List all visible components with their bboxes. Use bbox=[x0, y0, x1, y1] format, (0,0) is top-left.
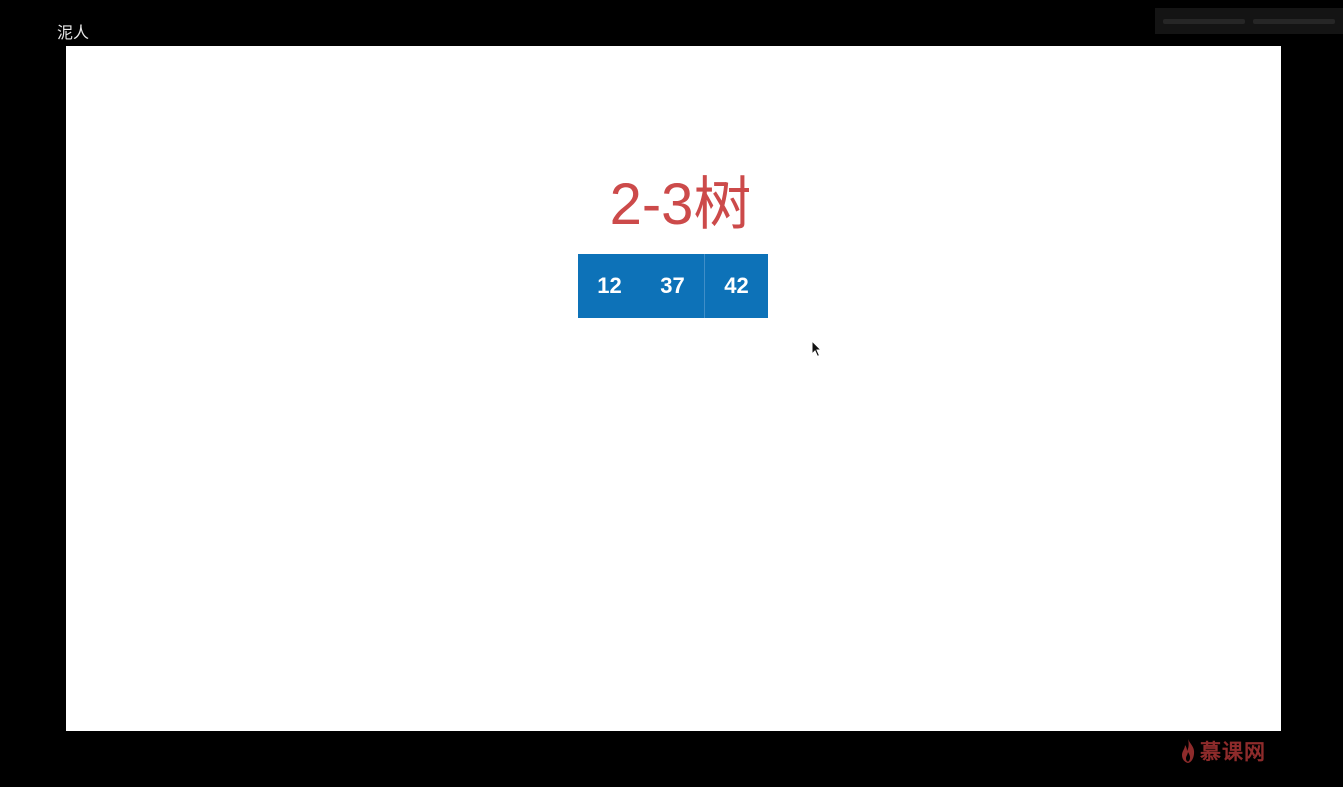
flame-icon bbox=[1182, 739, 1195, 763]
node-group-right: 42 bbox=[705, 254, 768, 318]
brand-logo: 慕课网 bbox=[1180, 736, 1266, 766]
brand-name: 慕课网 bbox=[1200, 740, 1266, 764]
blurred-text bbox=[1163, 19, 1245, 24]
slide-title: 2-3树 bbox=[609, 172, 752, 237]
mouse-cursor-icon bbox=[811, 340, 823, 358]
node-group-left: 12 37 bbox=[578, 254, 705, 318]
node-key: 37 bbox=[660, 273, 685, 298]
node-key: 12 bbox=[597, 273, 622, 298]
tree-node: 12 37 42 bbox=[578, 254, 768, 318]
slide-title-wrapper: 2-3树 bbox=[66, 170, 1281, 240]
blurred-text bbox=[1253, 19, 1335, 24]
watermark-text: 泥人 bbox=[57, 23, 90, 42]
timestamp-badge bbox=[1155, 8, 1343, 34]
node-key: 42 bbox=[724, 273, 749, 298]
slide-canvas: 2-3树 bbox=[66, 46, 1281, 731]
